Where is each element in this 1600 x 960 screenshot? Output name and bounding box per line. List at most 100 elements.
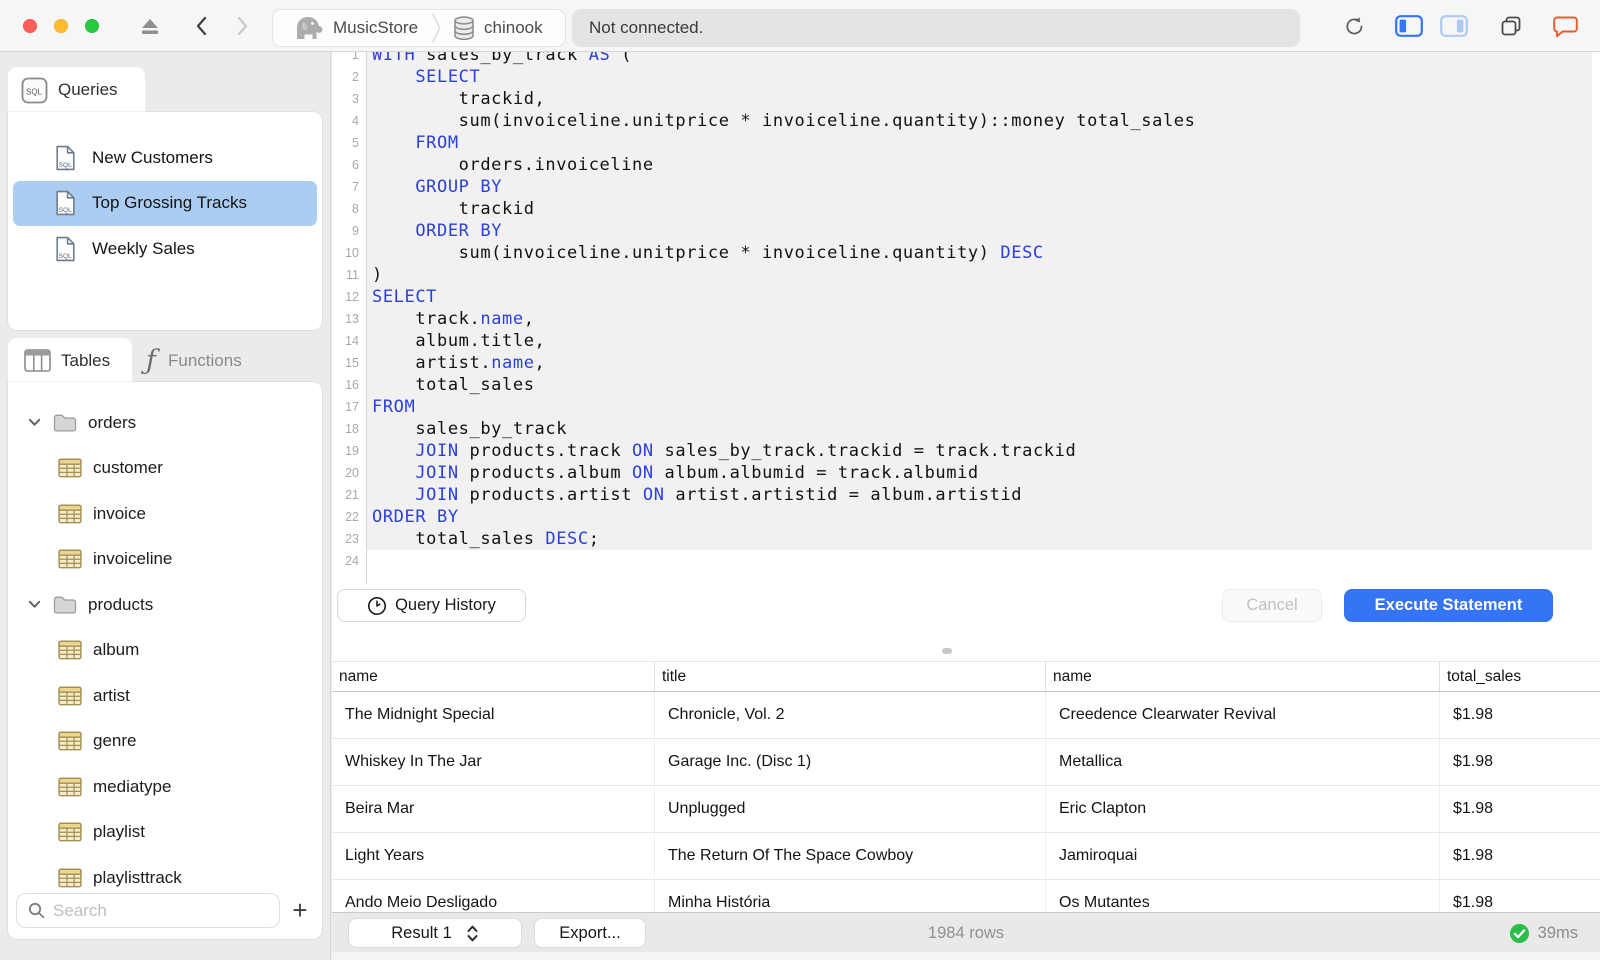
forward-button[interactable] [232,0,254,52]
tables-search-field[interactable] [16,893,280,928]
cell[interactable]: The Midnight Special [332,692,655,738]
tree-table-row[interactable]: mediatype [8,764,322,810]
tree-folder-row[interactable]: orders [8,400,322,446]
chevron-down-icon[interactable] [28,600,42,609]
cell[interactable]: Whiskey In The Jar [332,739,655,785]
result-selector-dropdown[interactable]: Result 1 [348,918,522,948]
cell[interactable]: Beira Mar [332,786,655,832]
cell[interactable]: Jamiroquai [1046,833,1440,879]
tab-tables[interactable]: Tables [8,338,132,383]
tree-table-row[interactable]: genre [8,719,322,765]
cell[interactable]: Metallica [1046,739,1440,785]
tree-table-row[interactable]: customer [8,446,322,492]
refresh-icon[interactable] [1341,0,1367,52]
tab-functions[interactable]: ƒ Functions [132,338,292,383]
cell[interactable]: Creedence Clearwater Revival [1046,692,1440,738]
table-icon [58,458,82,478]
query-list-item[interactable]: SQL Weekly Sales [13,226,317,272]
zoom-window-button[interactable] [85,19,99,33]
sql-editor[interactable]: 1 WITH sales_by_track AS ( 2 SELECT 3 tr… [332,52,1600,584]
queries-tab-label: Queries [58,80,118,99]
schema-name: orders [88,412,137,432]
cell[interactable]: $1.98 [1440,786,1600,832]
tree-table-row[interactable]: invoiceline [8,537,322,583]
query-timing: 39ms [1509,913,1578,953]
cell[interactable]: Unplugged [655,786,1046,832]
close-window-button[interactable] [23,19,37,33]
minimize-window-button[interactable] [54,19,68,33]
export-button[interactable]: Export... [534,918,646,948]
code-line: JOIN products.track ON sales_by_track.tr… [366,440,1592,462]
add-table-button[interactable]: + [286,895,314,925]
cell[interactable]: Eric Clapton [1046,786,1440,832]
line-number: 22 [345,510,359,524]
line-number: 6 [352,158,359,172]
result-selector-label: Result 1 [391,923,452,942]
breadcrumb-server[interactable]: MusicStore [333,18,418,38]
svg-text:SQL: SQL [26,87,43,96]
cell[interactable]: $1.98 [1440,739,1600,785]
line-number: 24 [345,554,359,568]
tree-table-row[interactable]: invoice [8,491,322,537]
cell[interactable]: Light Years [332,833,655,879]
column-header[interactable]: total_sales [1440,662,1600,691]
duration-label: 39ms [1537,923,1578,942]
line-number: 13 [345,312,359,326]
table-row[interactable]: Whiskey In The Jar Garage Inc. (Disc 1) Me… [332,739,1600,786]
table-row[interactable]: Beira Mar Unplugged Eric Clapton $1.98 [332,786,1600,833]
table-icon [58,549,82,569]
column-header[interactable]: name [332,662,655,691]
line-number: 15 [345,356,359,370]
line-number: 18 [345,422,359,436]
tree-table-row[interactable]: artist [8,673,322,719]
execute-statement-button[interactable]: Execute Statement [1344,589,1553,622]
sql-badge-icon: SQL [21,77,48,104]
breadcrumb: MusicStore chinook [272,9,566,47]
window-bottom-edge [332,952,1600,960]
query-history-button[interactable]: Query History [337,589,526,622]
connection-status-bar: Not connected. [572,9,1300,47]
folder-icon [52,595,78,615]
line-number: 10 [345,246,359,260]
breadcrumb-database[interactable]: chinook [484,18,543,38]
cell[interactable]: The Return Of The Space Cowboy [655,833,1046,879]
cell[interactable]: Chronicle, Vol. 2 [655,692,1046,738]
table-row[interactable]: The Midnight Special Chronicle, Vol. 2 Cre… [332,692,1600,739]
toggle-right-sidebar-icon[interactable] [1440,0,1468,52]
cell[interactable]: Garage Inc. (Disc 1) [655,739,1046,785]
table-name: playlisttrack [93,867,182,887]
functions-tab-icon: ƒ [146,345,156,376]
line-number: 16 [345,378,359,392]
cell[interactable]: $1.98 [1440,833,1600,879]
feedback-chat-icon[interactable] [1551,0,1579,52]
code-line: trackid [366,198,1592,220]
back-button[interactable] [190,0,212,52]
cell[interactable]: $1.98 [1440,692,1600,738]
column-header[interactable]: title [655,662,1046,691]
database-icon [452,15,476,42]
tree-folder-row[interactable]: products [8,582,322,628]
query-list-item[interactable]: SQL New Customers [13,135,317,181]
query-list-item[interactable]: SQL Top Grossing Tracks [13,180,317,226]
titlebar: MusicStore chinook Not connected. [0,0,1600,52]
main-area: 1 WITH sales_by_track AS ( 2 SELECT 3 tr… [332,52,1600,960]
code-line: SELECT [366,286,1592,308]
tree-table-row[interactable]: album [8,628,322,674]
cancel-button[interactable]: Cancel [1222,589,1322,622]
chevron-down-icon[interactable] [28,418,42,427]
tables-search-input[interactable] [53,900,279,921]
line-number: 19 [345,444,359,458]
tab-queries[interactable]: SQL Queries [8,67,145,113]
eject-icon[interactable] [138,0,162,52]
gutter-divider [366,52,367,584]
line-number: 9 [352,224,359,238]
column-header[interactable]: name [1046,662,1440,691]
splitter-handle[interactable] [942,648,952,654]
tree-table-row[interactable]: playlist [8,810,322,856]
table-icon [58,731,82,751]
toggle-left-sidebar-icon[interactable] [1395,0,1423,52]
windows-overlap-icon[interactable] [1498,0,1524,52]
table-icon [58,640,82,660]
table-row[interactable]: Light Years The Return Of The Space Cowbo… [332,833,1600,880]
tables-tab-icon [24,349,51,372]
